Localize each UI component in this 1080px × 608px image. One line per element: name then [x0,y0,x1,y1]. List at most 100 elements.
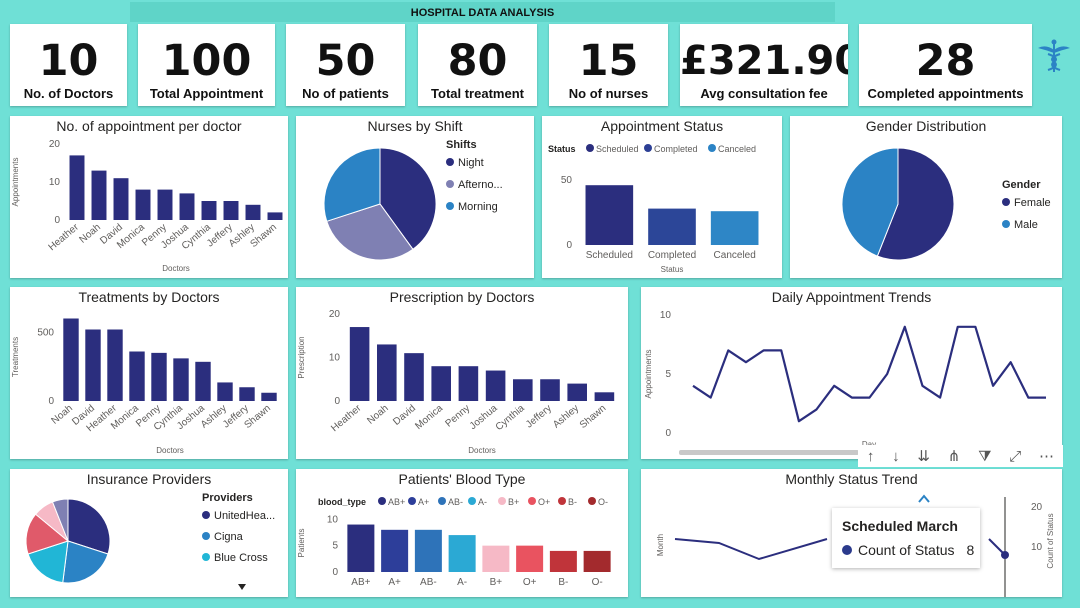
y-tick-label: 0 [332,567,338,578]
bar [113,178,129,220]
kpi-label: No of patients [302,86,389,101]
y-axis-label: Treatments [11,337,20,377]
legend-marker [378,497,386,505]
bar [201,201,217,220]
treatments-by-doctors-chart[interactable]: Treatments by Doctors 0 500 Noah David Heath… [10,287,288,459]
kpi-value: 10 [38,36,99,86]
y-tick-label: 0 [665,428,671,439]
legend-label: A- [478,497,487,507]
bar [583,550,611,572]
legend-marker [408,497,416,505]
daily-appointment-trends-chart[interactable]: Daily Appointment Trends 0 5 10 Appointment… [641,287,1062,459]
tooltip-series: Count of Status [858,542,955,558]
x-tick-label: AB- [420,577,437,588]
nurses-by-shift-chart[interactable]: Nurses by Shift Shifts Night Afterno... Mor… [296,116,534,278]
kpi-value: £321.90 [680,38,848,84]
bar [347,524,375,572]
filter-icon[interactable]: ⧩ [978,448,991,465]
prescription-by-doctors-chart[interactable]: Prescription by Doctors 0 10 20 Heather Noah… [296,287,628,459]
x-tick-label: Heather [329,402,364,434]
series-line [692,325,1046,423]
bar [349,327,370,401]
bar [91,170,107,220]
kpi-label: Total treatment [431,86,524,101]
expand-all-icon[interactable]: ⇊ [917,447,930,465]
bar [63,318,79,401]
bar [381,529,409,572]
kpi-label: No. of Doctors [23,86,114,101]
legend-label: Cigna [214,531,244,543]
drill-up-icon[interactable]: ↑ [867,448,875,465]
series-dot-icon [842,545,852,555]
blood-type-chart[interactable]: Patients' Blood Type blood_type AB+ A+ AB- A… [296,469,628,597]
x-tick-label: Completed [648,250,696,261]
y-tick-label: 20 [49,139,61,150]
legend-marker [586,144,594,152]
bar [267,212,283,220]
bar [85,329,101,401]
bar [195,361,211,401]
x-tick-label: AB+ [351,577,370,588]
kpi-label: Total Appointment [149,86,264,101]
legend-title: Shifts [446,139,477,151]
y-tick-label: 0 [566,240,572,251]
data-point [1001,551,1009,559]
y-tick-label: 50 [561,175,573,186]
bar [173,358,189,401]
y-tick-label: 10 [1031,542,1043,553]
tooltip-value: 8 [966,542,975,558]
legend-title: Gender [1002,179,1041,191]
y-axis-label: Patients [297,529,306,558]
hierarchy-icon[interactable]: ⋔ [948,447,961,465]
legend-label: A+ [418,497,429,507]
legend-label: UnitedHea... [214,510,275,522]
legend-scroll-down-icon [238,584,246,590]
expand-up-icon [918,494,930,503]
x-tick-label: Shawn [578,403,608,431]
x-tick-label: O+ [523,577,537,588]
x-axis-label: Doctors [468,446,496,455]
legend-title: Providers [202,492,253,504]
legend-marker [1002,220,1010,228]
bar [540,379,560,401]
legend-label: AB+ [388,497,405,507]
drill-down-icon[interactable]: ↓ [892,448,900,465]
x-tick-label: Noah [365,403,390,427]
y-tick-label: 5 [332,541,338,552]
focus-mode-icon[interactable]: ⤢ [1009,448,1021,465]
legend-marker [498,497,506,505]
x-tick-label: A- [457,577,467,588]
legend-title: blood_type [318,497,366,507]
y-axis-label: Count of Status [1046,513,1055,568]
bar [129,351,145,401]
legend-marker [468,497,476,505]
bar [377,344,397,401]
insurance-providers-chart[interactable]: Insurance Providers Providers UnitedHea..… [10,469,288,597]
x-tick-label: Canceled [714,250,756,261]
kpi-patients: 50 No of patients [286,24,405,106]
legend-marker [644,144,652,152]
bar [516,545,544,572]
legend-marker [446,202,454,210]
appointment-status-chart[interactable]: Appointment Status Status Scheduled Comple… [542,116,782,278]
bar [431,366,451,401]
bar [549,550,577,572]
gender-distribution-chart[interactable]: Gender Distribution Gender Female Male [790,116,1062,278]
y-tick-label: 10 [329,353,341,364]
appointments-per-doctor-chart[interactable]: No. of appointment per doctor 0 10 20 Heath… [10,116,288,278]
y-tick-label: 0 [334,396,340,407]
series-line [674,538,828,561]
visual-toolbar: ↑ ↓ ⇊ ⋔ ⧩ ⤢ ⋯ [858,445,1063,467]
y-axis-label: Appointments [11,158,20,207]
y-tick-label: 10 [49,177,61,188]
more-options-icon[interactable]: ⋯ [1039,447,1054,465]
legend-marker [528,497,536,505]
x-tick-label: Ashley [551,403,581,431]
x-axis-label: Status [661,265,684,274]
x-tick-label: Heather [47,221,82,253]
legend-label: B- [568,497,577,507]
legend-label: AB- [448,497,463,507]
legend-marker [446,180,454,188]
bar [513,379,533,401]
kpi-completed: 28 Completed appointments [859,24,1032,106]
